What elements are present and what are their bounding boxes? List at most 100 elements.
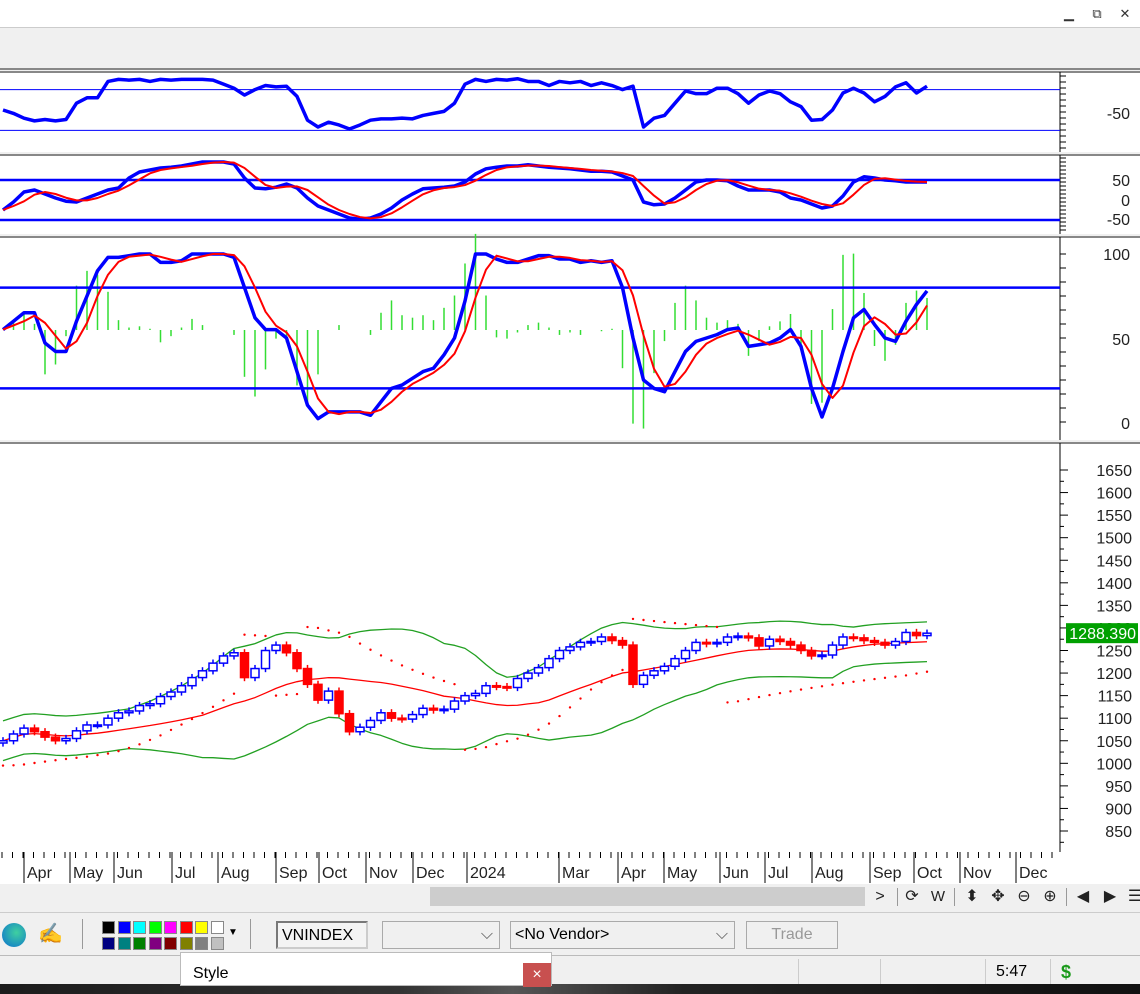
palette-swatch[interactable] [148,921,162,934]
sar-dot [820,685,824,688]
palette-swatch[interactable] [179,937,193,950]
zoom-in-icon[interactable]: ⊕ [1039,886,1061,908]
trade-button[interactable]: Trade [746,921,838,949]
palette-swatch[interactable] [133,921,146,934]
zoom-out-icon[interactable]: ⊖ [1013,886,1035,908]
sar-dot [22,763,26,766]
palette-swatch[interactable] [148,937,162,950]
candle-body [61,737,71,742]
sar-dot [159,734,162,737]
candle-body [344,712,355,733]
palette-swatch[interactable] [117,921,131,934]
status-cell [880,959,980,985]
chevron-down-icon: ⌵ [480,926,493,943]
palette-swatch[interactable] [102,937,115,950]
separator [897,888,898,906]
sar-dot [390,659,393,662]
group-select[interactable]: ⌵ [382,921,500,949]
horizontal-scrollbar-thumb[interactable] [430,887,865,906]
price-axis-label: 1000 [1096,756,1132,773]
sar-dot [862,679,866,682]
cci-axis-label: -50 [1107,212,1130,229]
palette-swatch[interactable] [133,937,146,950]
sar-dot [232,692,236,695]
sar-dot [127,746,131,750]
sar-dot [411,668,414,671]
layout-icon[interactable]: ☰ [1124,886,1140,908]
candle-body [365,719,376,728]
sar-dot [316,626,320,630]
candle-body [428,707,439,711]
separator [250,919,251,949]
candle-body [134,704,145,712]
candle-body [0,740,8,744]
refresh-icon[interactable]: ⟳ [901,886,923,908]
price-axis-label: 1200 [1096,666,1132,683]
sar-dot [106,752,110,755]
close-button[interactable]: ✕ [1114,4,1136,24]
candle-body [796,644,806,652]
palette-swatch[interactable] [102,921,115,934]
palette-swatch[interactable] [164,921,177,934]
date-axis-label: Dec [1019,865,1047,882]
weekly-icon[interactable]: W [927,886,949,908]
popup-close-button[interactable]: × [523,963,551,987]
candle-body [565,646,575,652]
last-price-label: 1288.390 [1069,626,1136,643]
sar-dot [180,723,183,726]
price-chart[interactable]: -50 50 0 -50 100 50 0 1650 1600 1550 1500 1450 1400 1… [0,70,1140,884]
scroll-next-button[interactable]: > [869,886,891,908]
color-palette[interactable] [102,921,228,951]
candle-body [544,657,554,669]
restore-button[interactable]: ⧉ [1086,4,1108,24]
stochastic-axis-label: 50 [1112,332,1130,349]
palette-swatch[interactable] [117,937,131,950]
palette-swatch[interactable] [164,937,177,950]
top-toolbar [0,28,1140,70]
sar-dot [117,749,120,753]
candle-body [166,691,176,698]
candle-body [596,636,607,643]
minimize-button[interactable]: ▁ [1058,4,1080,24]
candle-body [785,640,796,646]
candle-body [239,652,250,679]
sar-dot [579,697,582,700]
sar-dot [369,648,372,651]
sar-dot [841,682,845,685]
symbol-input[interactable]: VNINDEX [276,921,368,949]
price-axis-label: 1600 [1096,486,1132,503]
pan-icon[interactable]: ✥ [987,886,1009,908]
vendor-select[interactable]: <No Vendor> ⌵ [510,921,735,949]
quick-tool-icon[interactable]: ✍ [38,921,63,946]
palette-swatch[interactable] [195,921,208,934]
candle-body [722,636,733,644]
price-axis-label: 950 [1105,779,1132,796]
candle [628,641,638,688]
candle-body [397,717,407,721]
stochastic-axis-label: 100 [1103,247,1130,264]
edge-browser-icon[interactable] [2,923,26,947]
candle-body [733,635,743,639]
sar-dot [85,755,89,758]
palette-swatch[interactable] [210,921,224,934]
candle-body [197,670,208,679]
sar-dot [96,753,99,757]
candle-body [670,657,680,668]
candle [260,646,271,673]
palette-swatch[interactable] [210,937,224,950]
palette-swatch[interactable] [195,937,208,950]
scroll-right-icon[interactable]: ▶ [1099,886,1121,908]
sar-dot [295,692,299,696]
sar-dot [684,622,687,626]
vertical-fit-icon[interactable]: ⬍ [961,886,983,908]
candle-body [512,677,523,689]
palette-dropdown-icon[interactable]: ▼ [228,927,238,938]
candle-body [701,641,712,645]
sar-dot [432,676,435,679]
sar-dot [285,693,288,697]
sar-dot [306,625,309,629]
sar-dot [768,693,771,697]
palette-swatch[interactable] [179,921,193,934]
scroll-left-icon[interactable]: ◀ [1072,886,1094,908]
date-axis-label: May [73,865,103,882]
